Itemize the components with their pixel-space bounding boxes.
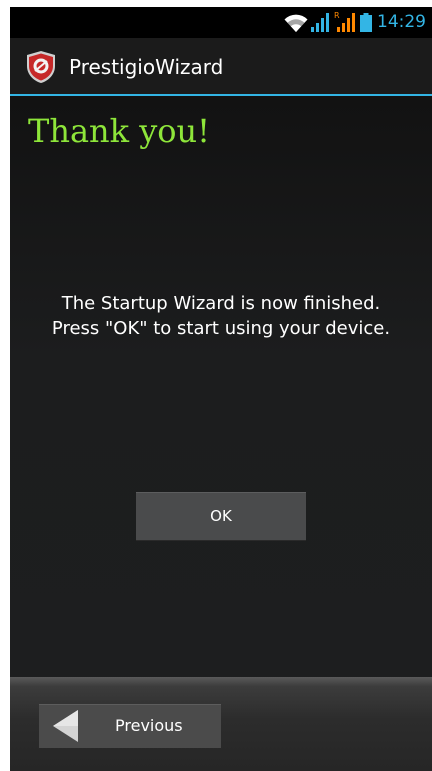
status-clock: 14:29: [377, 12, 426, 32]
prestigio-shield-icon: [27, 51, 55, 83]
page-title: Thank you!: [28, 112, 211, 150]
status-bar: R 14:29: [10, 7, 432, 38]
signal-icon: [311, 13, 329, 32]
wifi-icon: [284, 14, 308, 32]
previous-button-label: Previous: [115, 716, 183, 735]
battery-icon: [360, 13, 372, 32]
finish-message: The Startup Wizard is now finished. Pres…: [51, 293, 391, 339]
svg-text:R: R: [334, 11, 340, 20]
action-bar: PrestigioWizard: [10, 38, 432, 94]
wizard-content: Thank you! The Startup Wizard is now fin…: [10, 96, 432, 677]
device-screen: R 14:29 PrestigioWizard Thank you! The S…: [10, 7, 432, 771]
bottom-navigation-bar: Previous: [10, 677, 432, 771]
ok-button[interactable]: OK: [136, 492, 306, 541]
previous-button[interactable]: Previous: [39, 704, 221, 748]
roaming-signal-icon: R: [334, 11, 355, 32]
app-title: PrestigioWizard: [69, 55, 224, 79]
back-arrow-icon: [53, 710, 78, 742]
